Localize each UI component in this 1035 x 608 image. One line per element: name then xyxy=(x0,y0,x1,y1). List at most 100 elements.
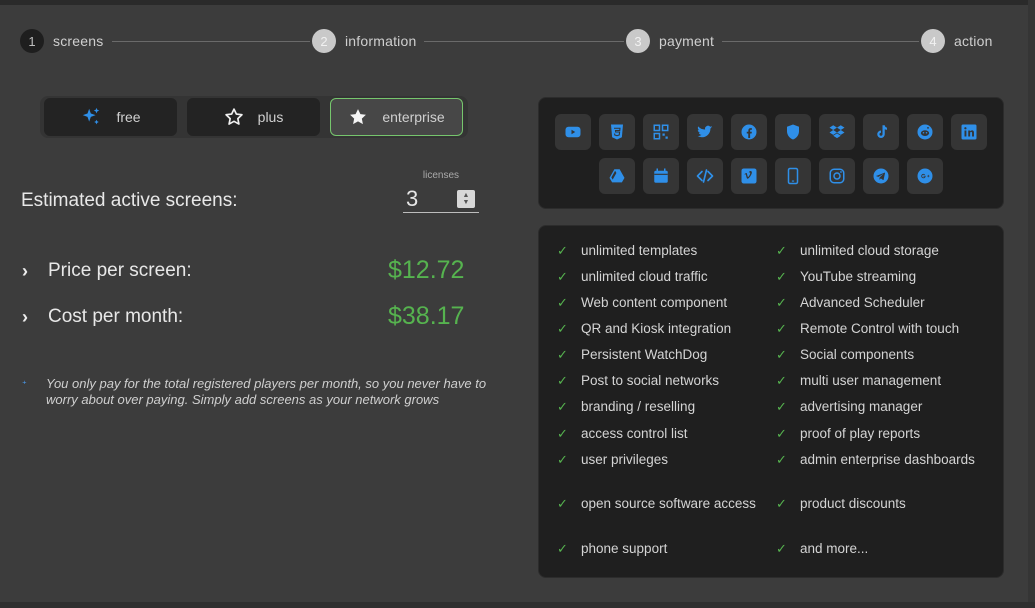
mobile-icon[interactable] xyxy=(775,158,811,194)
feature-item: ✓ product discounts xyxy=(776,495,976,513)
step-action[interactable]: 4 action xyxy=(919,28,993,54)
check-icon: ✓ xyxy=(557,295,568,310)
feature-label: Social components xyxy=(800,347,915,362)
step-label: action xyxy=(954,33,993,49)
feature-label: branding / reselling xyxy=(581,399,696,414)
google-plus-icon[interactable] xyxy=(907,158,943,194)
feature-label: unlimited templates xyxy=(581,243,698,258)
estimated-screens-label: Estimated active screens: xyxy=(21,190,238,211)
facebook-icon[interactable] xyxy=(731,114,767,150)
step-connector xyxy=(112,41,312,42)
feature-item: ✓ advertising manager xyxy=(776,398,976,416)
step-information[interactable]: 2 information xyxy=(310,28,425,54)
number-spinner[interactable]: ▲ ▼ xyxy=(457,189,475,208)
reddit-icon[interactable] xyxy=(907,114,943,150)
cost-per-month-label: Cost per month: xyxy=(48,306,184,327)
plan-plus-button[interactable]: plus xyxy=(187,98,320,136)
google-drive-icon[interactable] xyxy=(599,158,635,194)
feature-label: access control list xyxy=(581,426,688,441)
instagram-icon[interactable] xyxy=(819,158,855,194)
check-icon: ✓ xyxy=(776,426,787,441)
feature-label: Persistent WatchDog xyxy=(581,347,708,362)
calendar-icon[interactable] xyxy=(643,158,679,194)
step-connector xyxy=(420,41,625,42)
check-icon: ✓ xyxy=(557,452,568,467)
html5-icon[interactable] xyxy=(599,114,635,150)
spinner-up-icon[interactable]: ▲ xyxy=(463,192,470,199)
step-number: 3 xyxy=(626,29,650,53)
chevron-right-icon[interactable]: › xyxy=(22,307,36,328)
check-icon: ✓ xyxy=(557,347,568,362)
feature-item: ✓ admin enterprise dashboards xyxy=(776,451,976,469)
cost-per-month-value: $38.17 xyxy=(388,302,465,330)
feature-label: phone support xyxy=(581,541,668,556)
feature-item: ✓ Post to social networks xyxy=(557,372,757,390)
check-icon: ✓ xyxy=(776,373,787,388)
step-number: 2 xyxy=(312,29,336,53)
twitter-icon[interactable] xyxy=(687,114,723,150)
check-icon: ✓ xyxy=(776,496,787,511)
star-filled-icon xyxy=(348,107,368,127)
feature-label: unlimited cloud storage xyxy=(800,243,939,258)
check-icon: ✓ xyxy=(776,452,787,467)
feature-label: unlimited cloud traffic xyxy=(581,269,708,284)
feature-label: multi user management xyxy=(800,373,942,388)
step-number: 1 xyxy=(20,29,44,53)
feature-item: ✓ access control list xyxy=(557,425,757,443)
right-edge xyxy=(1028,0,1035,608)
telegram-icon[interactable] xyxy=(863,158,899,194)
linkedin-icon[interactable] xyxy=(951,114,987,150)
feature-item: ✓ QR and Kiosk integration xyxy=(557,320,757,338)
feature-item: ✓ Persistent WatchDog xyxy=(557,346,757,364)
integrations-panel xyxy=(538,97,1004,209)
chevron-right-icon[interactable]: › xyxy=(22,261,36,282)
spinner-down-icon[interactable]: ▼ xyxy=(463,199,470,206)
feature-item: ✓ branding / reselling xyxy=(557,398,757,416)
feature-item: ✓ Remote Control with touch xyxy=(776,320,976,338)
cost-per-month-row[interactable]: › Cost per month: xyxy=(22,306,183,328)
youtube-icon[interactable] xyxy=(555,114,591,150)
check-icon: ✓ xyxy=(557,321,568,336)
tiktok-icon[interactable] xyxy=(863,114,899,150)
feature-label: advertising manager xyxy=(800,399,923,414)
star-outline-icon xyxy=(224,107,244,127)
feature-item: ✓ open source software access xyxy=(557,495,757,513)
feature-item: ✓ Social components xyxy=(776,346,976,364)
code-icon[interactable] xyxy=(687,158,723,194)
licenses-label: licenses xyxy=(422,170,460,181)
feature-label: Remote Control with touch xyxy=(800,321,960,336)
feature-label: product discounts xyxy=(800,496,906,511)
check-icon: ✓ xyxy=(776,243,787,258)
step-screens[interactable]: 1 screens xyxy=(20,28,112,54)
licenses-input[interactable]: 3 ▲ ▼ xyxy=(403,185,479,213)
check-icon: ✓ xyxy=(557,496,568,511)
qr-code-icon[interactable] xyxy=(643,114,679,150)
step-label: information xyxy=(345,33,417,49)
price-per-screen-label: Price per screen: xyxy=(48,260,192,281)
check-icon: ✓ xyxy=(776,269,787,284)
shield-icon[interactable] xyxy=(775,114,811,150)
check-icon: ✓ xyxy=(776,399,787,414)
feature-label: Web content component xyxy=(581,295,728,310)
vimeo-icon[interactable] xyxy=(731,158,767,194)
step-payment[interactable]: 3 payment xyxy=(624,28,723,54)
feature-item: ✓ user privileges xyxy=(557,451,757,469)
check-icon: ✓ xyxy=(776,295,787,310)
check-icon: ✓ xyxy=(776,541,787,556)
step-number: 4 xyxy=(921,29,945,53)
info-icon: ⁺ xyxy=(22,379,27,389)
dropbox-icon[interactable] xyxy=(819,114,855,150)
check-icon: ✓ xyxy=(557,243,568,258)
feature-item: ✓ Web content component xyxy=(557,294,757,312)
licenses-field: licenses 3 ▲ ▼ xyxy=(403,170,479,213)
stepper: 1 screens 2 information 3 payment 4 acti… xyxy=(20,28,1000,56)
price-per-screen-row[interactable]: › Price per screen: xyxy=(22,260,192,282)
check-icon: ✓ xyxy=(557,541,568,556)
plan-free-button[interactable]: free xyxy=(44,98,177,136)
sparkles-icon xyxy=(80,106,102,128)
feature-label: admin enterprise dashboards xyxy=(800,452,975,467)
pricing-note-text: You only pay for the total registered pl… xyxy=(46,376,487,407)
feature-label: user privileges xyxy=(581,452,669,467)
plan-enterprise-button[interactable]: enterprise xyxy=(330,98,463,136)
licenses-value[interactable]: 3 xyxy=(406,186,418,212)
